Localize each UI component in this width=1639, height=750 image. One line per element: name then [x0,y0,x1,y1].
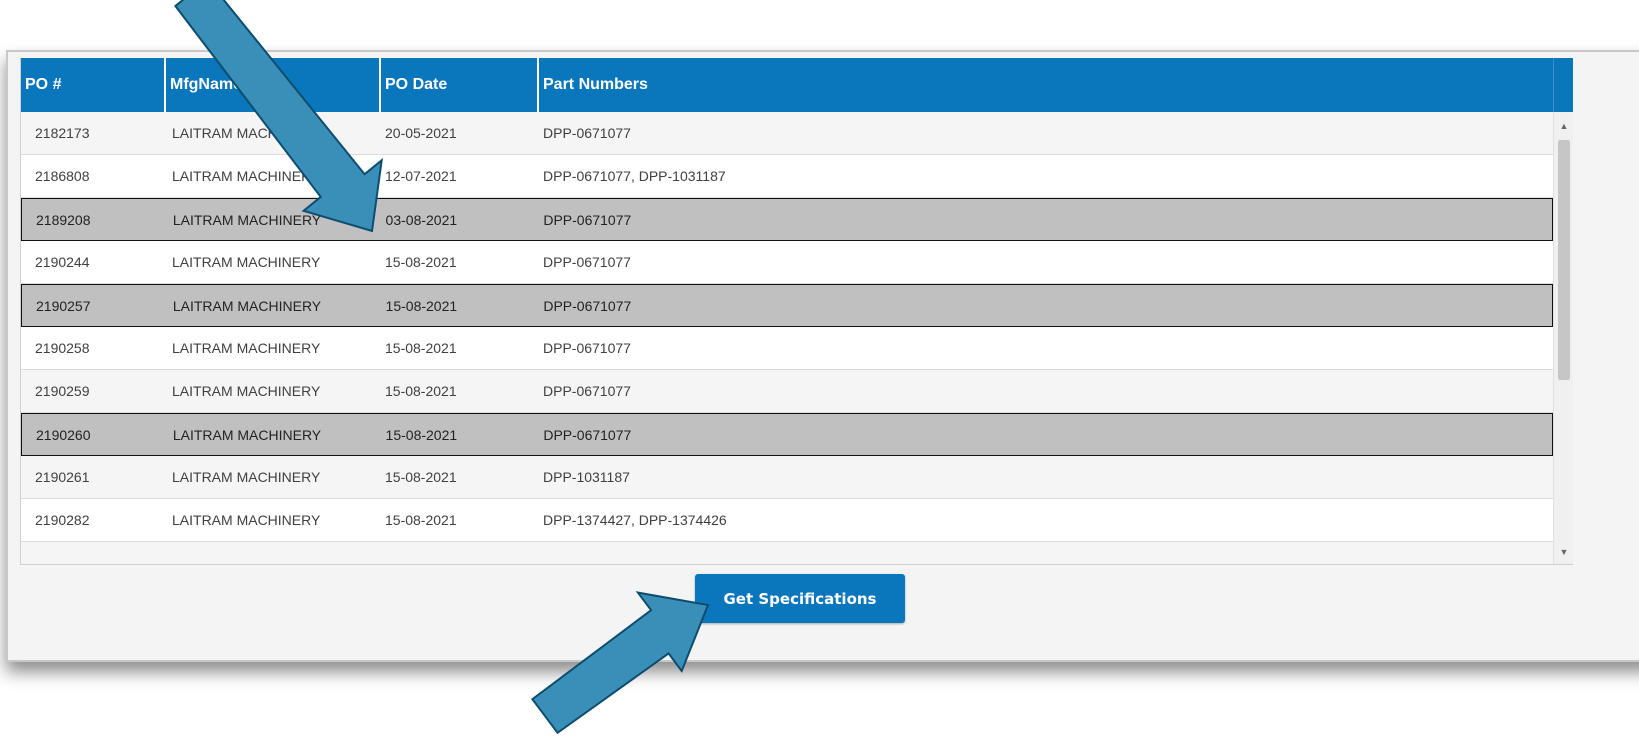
cell-po-date: 15-08-2021 [385,254,457,270]
cell-mfg-name: LAITRAM MACHINERY [172,512,321,528]
cell-po-date: 15-08-2021 [385,469,457,485]
scrollbar-thumb[interactable] [1558,140,1570,380]
get-specifications-button[interactable]: Get Specifications [695,574,905,623]
cell-po-number: 2190258 [35,340,90,356]
table-row-partial[interactable] [21,542,1553,564]
table-row[interactable]: 2190258 LAITRAM MACHINERY 15-08-2021 DPP-06… [21,327,1553,370]
cell-po-number: 2190244 [35,254,90,270]
header-mfg-name[interactable]: MfgName [166,58,381,112]
cell-mfg-name: LAITRAM MACHINERY [172,340,321,356]
table-row[interactable]: 2190260 LAITRAM MACHINERY 15-08-2021 DPP-06… [21,413,1553,456]
header-po-date[interactable]: PO Date [381,58,539,112]
vertical-scrollbar[interactable]: ▲ ▼ [1553,112,1573,564]
cell-mfg-name: LAITRAM MACHINERY [172,211,322,228]
po-table: PO # MfgName PO Date Part Numbers 218217… [20,58,1573,565]
table-row[interactable]: 2182173 LAITRAM MACHINERY 20-05-2021 DPP-06… [21,112,1553,155]
cell-mfg-name: LAITRAM MACHINERY [172,469,321,485]
cell-po-number: 2190259 [35,383,90,399]
table-row[interactable]: 2190244 LAITRAM MACHINERY 15-08-2021 DPP-06… [21,241,1553,284]
cell-mfg-name: LAITRAM MACHINERY [172,125,321,141]
cell-part-numbers: DPP-0671077 [543,125,631,141]
cell-po-date: 20-05-2021 [385,125,457,141]
cell-part-numbers: DPP-0671077 [543,297,632,314]
table-header: PO # MfgName PO Date Part Numbers [21,58,1573,112]
table-row[interactable]: 2190257 LAITRAM MACHINERY 15-08-2021 DPP-06… [21,284,1553,327]
header-scroll-spacer [1553,58,1573,112]
cell-po-number: 2186808 [35,168,90,184]
cell-mfg-name: LAITRAM MACHINERY [172,426,322,443]
table-row[interactable]: 2189208 LAITRAM MACHINERY 03-08-2021 DPP-06… [21,198,1553,241]
cell-po-number: 2190257 [36,297,91,314]
table-row[interactable]: 2190261 LAITRAM MACHINERY 15-08-2021 DPP-10… [21,456,1553,499]
table-body: 2182173 LAITRAM MACHINERY 20-05-2021 DPP-06… [21,112,1553,564]
cell-mfg-name: LAITRAM MACHINERY [172,168,321,184]
table-row[interactable]: 2186808 LAITRAM MACHINERY 12-07-2021 DPP-06… [21,155,1553,198]
cell-mfg-name: LAITRAM MACHINERY [172,297,322,314]
cell-po-date: 15-08-2021 [385,512,457,528]
cell-mfg-name: LAITRAM MACHINERY [172,383,321,399]
cell-po-date: 12-07-2021 [385,168,457,184]
cell-part-numbers: DPP-0671077, DPP-1031187 [543,168,726,184]
header-po-number[interactable]: PO # [21,58,166,112]
table-row[interactable]: 2190259 LAITRAM MACHINERY 15-08-2021 DPP-06… [21,370,1553,413]
cell-po-date: 15-08-2021 [385,340,457,356]
cell-mfg-name: LAITRAM MACHINERY [172,254,321,270]
cell-po-number: 2182173 [35,125,90,141]
cell-po-number: 2190261 [35,469,90,485]
cell-part-numbers: DPP-0671077 [543,211,632,228]
cell-po-date: 15-08-2021 [385,426,458,443]
cell-part-numbers: DPP-0671077 [543,383,631,399]
header-part-numbers[interactable]: Part Numbers [539,58,1553,112]
cell-po-number: 2189208 [36,211,91,228]
cell-part-numbers: DPP-1374427, DPP-1374426 [543,512,727,528]
cell-po-date: 15-08-2021 [385,297,458,314]
cell-part-numbers: DPP-0671077 [543,254,631,270]
cell-po-date: 03-08-2021 [385,211,458,228]
cell-po-date: 15-08-2021 [385,383,457,399]
cell-po-number: 2190282 [35,512,90,528]
table-row[interactable]: 2190282 LAITRAM MACHINERY 15-08-2021 DPP-13… [21,499,1553,542]
scroll-down-icon[interactable]: ▼ [1554,544,1573,560]
cell-part-numbers: DPP-1031187 [543,469,630,485]
cell-part-numbers: DPP-0671077 [543,426,632,443]
scroll-up-icon[interactable]: ▲ [1554,118,1573,134]
cell-part-numbers: DPP-0671077 [543,340,631,356]
cell-po-number: 2190260 [36,426,91,443]
